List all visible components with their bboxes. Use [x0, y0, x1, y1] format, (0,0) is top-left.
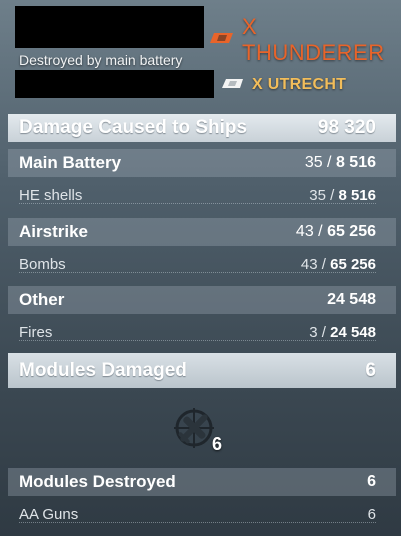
bombs-label: Bombs	[19, 255, 66, 273]
bombs-row: Bombs 43 / 65 256	[8, 250, 396, 278]
aa-guns-label: AA Guns	[19, 505, 79, 523]
battle-report-panel: X THUNDERER Destroyed by main battery X …	[0, 0, 401, 536]
killer-ship-tag: X UTRECHT	[222, 76, 346, 94]
other-label: Other	[19, 290, 65, 309]
destroyer-class-icon	[210, 31, 234, 49]
kill-header: X THUNDERER Destroyed by main battery X …	[0, 0, 401, 108]
he-shells-value: 35 / 8 516	[309, 186, 376, 204]
killed-ship-name: X THUNDERER	[242, 14, 385, 65]
aa-guns-row: AA Guns 6	[8, 500, 396, 528]
fires-value: 3 / 24 548	[309, 323, 376, 341]
modules-damaged-header: Modules Damaged 6	[8, 353, 396, 388]
killer-ship-name: X UTRECHT	[252, 76, 347, 93]
fires-label: Fires	[19, 323, 53, 341]
modules-damaged-count: 6	[365, 359, 376, 381]
damage-caused-header: Damage Caused to Ships 98 320	[8, 114, 396, 142]
redacted-player-name	[15, 6, 204, 48]
main-battery-label: Main Battery	[19, 153, 122, 172]
modules-damaged-title: Modules Damaged	[19, 359, 187, 381]
main-battery-value: 35 / 8 516	[304, 154, 376, 171]
cruiser-class-icon	[222, 76, 244, 94]
other-value: 24 548	[327, 291, 376, 308]
aa-guns-module-icon	[172, 404, 232, 460]
bombs-value: 43 / 65 256	[300, 255, 376, 273]
modules-destroyed-count: 6	[367, 473, 376, 490]
redacted-killer-name	[15, 70, 214, 98]
main-battery-row: Main Battery 35 / 8 516	[8, 149, 396, 177]
he-shells-row: HE shells 35 / 8 516	[8, 181, 396, 209]
damage-caused-title: Damage Caused to Ships	[19, 117, 248, 138]
killed-ship-tag: X THUNDERER	[210, 14, 401, 66]
airstrike-row: Airstrike 43 / 65 256	[8, 218, 396, 246]
modules-destroyed-row: Modules Destroyed 6	[8, 468, 396, 496]
destruction-reason: Destroyed by main battery	[19, 52, 183, 68]
aa-guns-count: 6	[367, 505, 376, 523]
aa-guns-module-count: 6	[212, 434, 223, 454]
airstrike-value: 43 / 65 256	[295, 223, 376, 240]
damage-caused-total: 98 320	[317, 117, 376, 138]
he-shells-label: HE shells	[19, 186, 83, 204]
other-row: Other 24 548	[8, 286, 396, 314]
modules-destroyed-title: Modules Destroyed	[19, 472, 176, 491]
fires-row: Fires 3 / 24 548	[8, 318, 396, 346]
airstrike-label: Airstrike	[19, 222, 88, 241]
